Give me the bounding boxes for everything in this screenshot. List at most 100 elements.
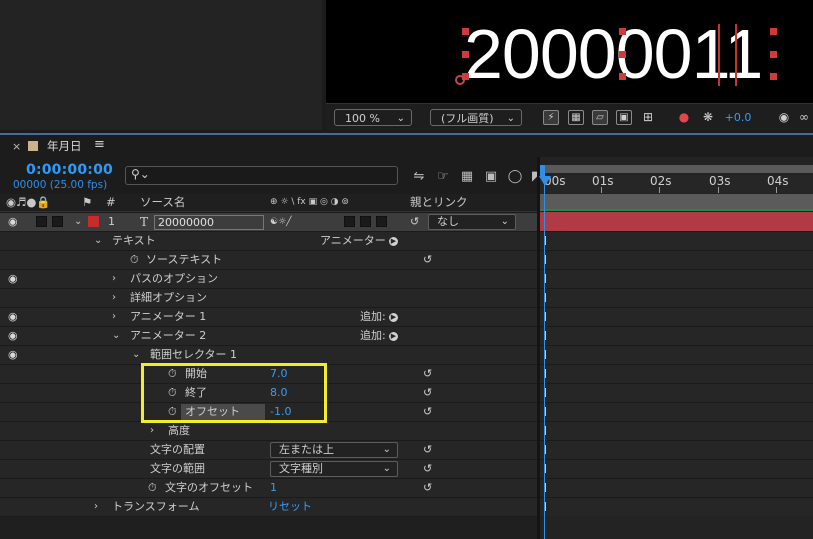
layer-row[interactable]: ◉ ⌄ 1 T 20000000 ☯☼╱ ↺ なし ⌄ — [0, 212, 540, 231]
comp-tab-name[interactable]: 年月日 — [47, 138, 82, 154]
eye-icon[interactable]: ◉ — [8, 346, 18, 364]
chevron-right-icon[interactable]: › — [112, 289, 116, 307]
current-timecode[interactable]: 0:00:00:00 — [26, 162, 113, 178]
expression-spiral-icon[interactable]: ↺ — [423, 460, 432, 478]
property-row[interactable]: ⏱ 文字のオフセット 1 ↺ — [0, 478, 540, 497]
reset-link[interactable]: リセット — [268, 498, 312, 516]
timeline-row — [540, 421, 813, 440]
parent-link-header[interactable]: 親とリンク — [410, 195, 468, 210]
layer-switches-icon[interactable]: ☯☼╱ — [270, 213, 292, 231]
expression-spiral-icon[interactable]: ↺ — [423, 441, 432, 459]
guides-icon[interactable]: ⊞ — [640, 110, 656, 125]
frame-blending-icon[interactable]: ▣ — [482, 168, 500, 186]
add-property-button[interactable]: ▶ — [389, 327, 398, 345]
zoom-dropdown[interactable]: 100 % ⌄ — [334, 109, 412, 126]
expression-spiral-icon[interactable]: ↺ — [423, 403, 432, 421]
chevron-down-icon[interactable]: ⌄ — [94, 232, 102, 250]
bounding-handle[interactable] — [619, 28, 626, 35]
property-row[interactable]: ⏱ ソーステキスト ↺ — [0, 250, 540, 269]
layer-index: 1 — [108, 215, 115, 228]
bounding-handle[interactable] — [619, 51, 626, 58]
parent-dropdown[interactable]: なし ⌄ — [428, 214, 516, 230]
selector-start-line[interactable] — [718, 24, 720, 86]
text-placement-dropdown[interactable]: 左または上 ⌄ — [270, 442, 398, 458]
draft-3d-icon[interactable]: ☞ — [434, 168, 452, 186]
add-property-button[interactable]: ▶ — [389, 308, 398, 326]
panel-menu-icon[interactable]: ≡ — [94, 137, 105, 152]
switch-box[interactable] — [376, 216, 387, 227]
property-row[interactable]: › 詳細オプション — [0, 288, 540, 307]
composition-viewer[interactable]: 20000011 — [326, 0, 813, 103]
playhead-icon[interactable] — [539, 176, 551, 186]
stopwatch-icon[interactable]: ⏱ — [148, 479, 157, 497]
chevron-down-icon[interactable]: ⌄ — [132, 346, 140, 364]
timeline-row — [540, 307, 813, 326]
property-row[interactable]: ◉ › パスのオプション — [0, 269, 540, 288]
source-name-header[interactable]: ソース名 — [140, 195, 185, 210]
chevron-right-icon[interactable]: › — [150, 422, 154, 440]
property-row[interactable]: › トランスフォーム リセット — [0, 497, 540, 516]
chevron-right-icon[interactable]: › — [112, 308, 116, 326]
expression-spiral-icon[interactable]: ↺ — [423, 251, 432, 269]
audio-toggle[interactable] — [36, 216, 47, 227]
solo-toggle[interactable] — [52, 216, 63, 227]
property-row[interactable]: › 高度 — [0, 421, 540, 440]
exposure-value[interactable]: +0.0 — [724, 110, 752, 125]
eye-icon[interactable]: ◉ — [8, 270, 18, 288]
fast-preview-icon[interactable]: ⚡ — [543, 110, 559, 125]
resolution-dropdown[interactable]: (フル画質) ⌄ — [430, 109, 522, 126]
pickwhip-icon[interactable]: ↺ — [410, 213, 419, 231]
property-row[interactable]: 文字の範囲 文字種別 ⌄ ↺ — [0, 459, 540, 478]
show-snapshot-icon[interactable]: ∞ — [796, 110, 812, 125]
color-management-icon[interactable]: ❋ — [700, 110, 716, 125]
label-tag-icon[interactable]: ⚑ — [82, 195, 92, 210]
bounding-handle[interactable] — [462, 28, 469, 35]
bounding-handle[interactable] — [770, 28, 777, 35]
motion-blur-icon[interactable]: ◯ — [506, 168, 524, 186]
text-range-dropdown[interactable]: 文字種別 ⌄ — [270, 461, 398, 477]
anchor-point-icon[interactable] — [455, 75, 465, 85]
layer-number-header[interactable]: # — [106, 195, 116, 210]
expression-spiral-icon[interactable]: ↺ — [423, 365, 432, 383]
switch-box[interactable] — [360, 216, 371, 227]
comp-mini-flowchart-icon[interactable]: ⇋ — [410, 168, 428, 186]
bounding-handle[interactable] — [770, 73, 777, 80]
chevron-down-icon[interactable]: ⌄ — [112, 327, 120, 345]
expression-spiral-icon[interactable]: ↺ — [423, 479, 432, 497]
switch-box[interactable] — [344, 216, 355, 227]
bounding-handle[interactable] — [462, 51, 469, 58]
layer-search-input[interactable] — [125, 166, 398, 185]
chevron-right-icon[interactable]: › — [94, 498, 98, 516]
stopwatch-icon[interactable]: ⏱ — [130, 251, 139, 269]
property-row[interactable]: ⌄ テキスト アニメーター : ▶ — [0, 231, 540, 250]
property-row[interactable]: 文字の配置 左または上 ⌄ ↺ — [0, 440, 540, 459]
timeline-row — [540, 250, 813, 269]
eye-icon[interactable]: ◉ — [8, 308, 18, 326]
property-row[interactable]: ◉ › アニメーター 1 追加: ▶ — [0, 307, 540, 326]
expression-spiral-icon[interactable]: ↺ — [423, 384, 432, 402]
region-of-interest-icon[interactable]: ▣ — [616, 110, 632, 125]
property-row[interactable]: ◉ ⌄ 範囲セレクター 1 — [0, 345, 540, 364]
animator-add-button[interactable]: ▶ — [389, 232, 398, 250]
eye-icon[interactable]: ◉ — [8, 327, 18, 345]
hide-shy-layers-icon[interactable]: ▦ — [458, 168, 476, 186]
selector-end-line[interactable] — [735, 24, 737, 86]
chevron-right-icon[interactable]: › — [112, 270, 116, 288]
close-icon[interactable]: × — [12, 140, 21, 153]
eye-icon[interactable]: ◉ — [8, 213, 18, 231]
chevron-down-icon[interactable]: ⌄ — [74, 213, 82, 231]
color-channels-icon[interactable]: ● — [676, 110, 692, 125]
layer-duration-bar[interactable] — [540, 212, 813, 231]
bounding-handle[interactable] — [619, 73, 626, 80]
layer-label-color[interactable] — [88, 216, 99, 227]
transparency-grid-icon[interactable]: ▦ — [568, 110, 584, 125]
playhead-handle[interactable] — [540, 165, 545, 176]
char-offset-value[interactable]: 1 — [270, 479, 277, 497]
mask-path-icon[interactable]: ▱ — [592, 110, 608, 125]
snapshot-camera-icon[interactable]: ◉ — [776, 110, 792, 125]
property-row[interactable]: ◉ ⌄ アニメーター 2 追加: ▶ — [0, 326, 540, 345]
text-placement-value: 左または上 — [279, 443, 334, 456]
bounding-handle[interactable] — [770, 51, 777, 58]
work-area-bar[interactable] — [540, 165, 813, 173]
layer-name-field[interactable]: 20000000 — [154, 215, 264, 230]
